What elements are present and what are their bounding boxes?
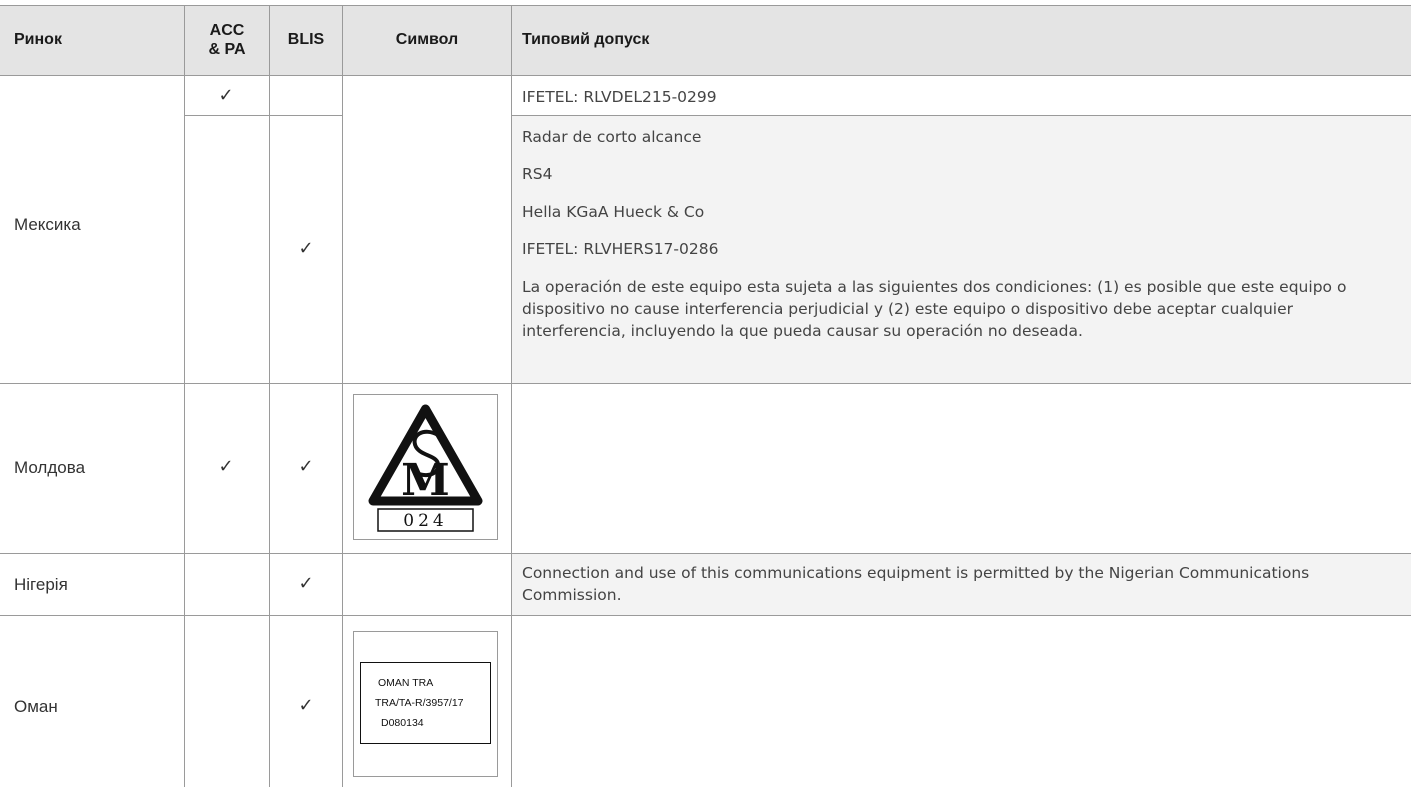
header-approval-label: Типовий допуск <box>522 30 650 48</box>
row-divider-mexico <box>0 383 1411 384</box>
moldova-acc-check: ✓ <box>218 456 234 476</box>
mexico-approval-line-5: La operación de este equipo esta sujeta … <box>522 278 1347 340</box>
header-market-label: Ринок <box>14 30 62 48</box>
oman-blis-check: ✓ <box>298 695 314 715</box>
moldova-market: Молдова <box>14 448 85 488</box>
row-divider-nigeria <box>0 615 1411 616</box>
col-divider-1 <box>184 5 185 787</box>
mexico-blis-check: ✓ <box>298 238 314 258</box>
col-divider-4 <box>511 5 512 787</box>
header-blis-label: BLIS <box>287 31 325 48</box>
mexico-market: Мексика <box>14 205 81 245</box>
header-symbol: Символ <box>343 5 511 74</box>
moldova-blis-check: ✓ <box>298 456 314 476</box>
mexico-approval-line-2: RS4 <box>522 165 553 183</box>
sm-conformity-icon: M 024 <box>368 404 483 532</box>
row-divider-moldova <box>0 553 1411 554</box>
mexico-acc-approval-divider <box>511 115 1411 116</box>
header-blis: BLIS <box>270 5 342 74</box>
header-acc-label: ACC & PA <box>208 21 245 59</box>
oman-label-line-1: OMAN TRA <box>378 677 434 689</box>
moldova-sm-mark: M 024 <box>353 394 498 540</box>
oman-market-label: Оман <box>14 697 58 716</box>
header-acc-line2: & PA <box>208 40 246 58</box>
mexico-approval-line-1: Radar de corto alcance <box>522 128 702 146</box>
col-divider-2 <box>269 5 270 787</box>
mexico-approval-line-4: IFETEL: RLVHERS17-0286 <box>522 240 719 258</box>
oman-tra-label: OMAN TRA TRA/TA-R/3957/17 D080134 <box>353 631 498 777</box>
oman-label-line-3: D080134 <box>381 717 424 729</box>
nigeria-approval: Connection and use of this communication… <box>522 564 1310 604</box>
header-approval: Типовий допуск <box>522 5 1402 74</box>
nigeria-blis-check: ✓ <box>298 573 314 593</box>
header-acc-line1: ACC <box>209 21 245 39</box>
header-market: Ринок <box>14 5 184 74</box>
oman-tra-label-inner: OMAN TRA TRA/TA-R/3957/17 D080134 <box>360 662 491 744</box>
header-symbol-label: Символ <box>395 31 459 48</box>
nigeria-market: Нігерія <box>14 565 68 605</box>
oman-label-line-2: TRA/TA-R/3957/17 <box>375 697 464 709</box>
mexico-market-label: Мексика <box>14 215 81 234</box>
svg-text:M: M <box>401 455 450 506</box>
mexico-approval-line-3: Hella KGaA Hueck & Co <box>522 203 705 221</box>
mexico-acc-check: ✓ <box>218 85 234 105</box>
col-divider-3 <box>342 5 343 787</box>
oman-market: Оман <box>14 687 58 727</box>
header-acc-pa: ACC & PA <box>185 5 269 74</box>
sm-mark-number: 024 <box>403 511 447 531</box>
nigeria-market-label: Нігерія <box>14 575 68 594</box>
mexico-acc-row-divider <box>184 115 343 116</box>
moldova-market-label: Молдова <box>14 458 86 477</box>
mexico-acc-approval: IFETEL: RLVDEL215-0299 <box>522 88 717 106</box>
